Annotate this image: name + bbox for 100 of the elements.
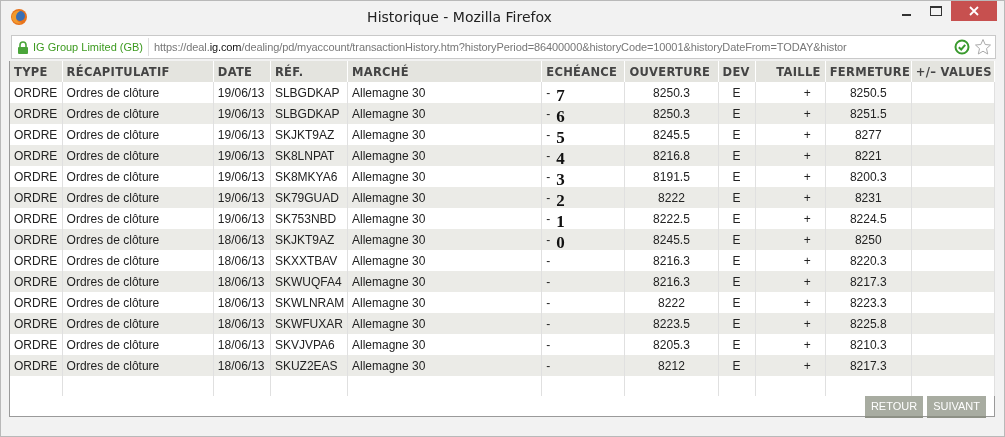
table-cell: 8191.5 xyxy=(653,169,690,184)
table-cell: 19/06/13 xyxy=(217,148,265,163)
table-cell: + xyxy=(803,211,811,226)
table-cell: Allemagne 30 xyxy=(352,190,426,205)
column-header: RÉCAPITULATIF xyxy=(62,61,214,82)
table-cell: E xyxy=(732,127,741,142)
address-bar[interactable]: IG Group Limited (GB) https://deal.ig.com/dealing/pd/myaccount/transactionHistory.htm?historyPeriod=86400000&historyCode=10001&historyDateFrom=TODAY&histor xyxy=(11,35,996,59)
url-text: https://deal.ig.com/dealing/pd/myaccount/transactionHistory.htm?historyPeriod=86400000&historyCode=10001&historyDateFrom=TODAY&histor xyxy=(153,41,848,53)
table-cell: ORDRE xyxy=(14,253,58,268)
site-identity-button[interactable]: IG Group Limited (GB) xyxy=(12,38,150,56)
table-cell: Allemagne 30 xyxy=(352,253,426,268)
table-cell: 8216.3 xyxy=(653,253,690,268)
table-cell: 19/06/13 xyxy=(217,106,265,121)
table-cell: + xyxy=(803,316,811,331)
column-header: MARCHÉ xyxy=(347,61,542,82)
minimize-icon xyxy=(901,14,911,16)
table-cell: 19/06/13 xyxy=(217,190,265,205)
table-cell: 8210.3 xyxy=(849,337,887,352)
table-cell: - xyxy=(546,232,551,247)
annotation-number: 6 xyxy=(556,108,565,125)
table-cell: E xyxy=(732,295,741,310)
table-cell: - xyxy=(546,148,551,163)
page-button[interactable]: RETOUR xyxy=(864,396,924,418)
table-cell: 8224.5 xyxy=(849,211,887,226)
table-cell: 19/06/13 xyxy=(217,169,265,184)
close-icon xyxy=(969,6,979,16)
table-cell: + xyxy=(803,106,811,121)
table-cell: 8251.5 xyxy=(849,106,887,121)
table-cell: - xyxy=(546,253,551,268)
table-cell: ORDRE xyxy=(14,127,58,142)
table-cell: Allemagne 30 xyxy=(352,85,426,100)
annotation-number: 0 xyxy=(556,234,565,251)
table-cell: Ordres de clôture xyxy=(66,148,160,163)
table-cell: Allemagne 30 xyxy=(352,148,426,163)
table-cell: 8217.3 xyxy=(849,274,887,289)
table-cell: 8216.8 xyxy=(653,148,690,163)
table-cell: 18/06/13 xyxy=(217,337,265,352)
table-cell: E xyxy=(732,316,741,331)
table-cell: 19/06/13 xyxy=(217,211,265,226)
table-cell: Ordres de clôture xyxy=(66,232,160,247)
table-cell: Allemagne 30 xyxy=(352,211,426,226)
table-cell: 8220.3 xyxy=(849,253,887,268)
table-cell: ORDRE xyxy=(14,106,58,121)
table-cell: 8222.5 xyxy=(653,211,690,226)
table-cell: - xyxy=(546,106,551,121)
table-cell: Allemagne 30 xyxy=(352,358,426,373)
table-cell: E xyxy=(732,337,741,352)
table-cell: + xyxy=(803,274,811,289)
table-cell: 8221 xyxy=(854,148,882,163)
table-cell: Allemagne 30 xyxy=(352,106,426,121)
table-cell: Ordres de clôture xyxy=(66,106,160,121)
star-icon[interactable] xyxy=(974,38,992,56)
column-header: FERMETURE xyxy=(825,61,912,82)
table-cell: SK8LNPAT xyxy=(274,148,335,163)
table-cell: ORDRE xyxy=(14,190,58,205)
table-cell: Ordres de clôture xyxy=(66,295,160,310)
annotation-number: 3 xyxy=(556,171,565,188)
window-title: Historique - Mozilla Firefox xyxy=(366,8,553,25)
table-cell: E xyxy=(732,85,741,100)
table-cell: + xyxy=(803,127,811,142)
table-cell: ORDRE xyxy=(14,211,58,226)
table-cell: Ordres de clôture xyxy=(66,190,160,205)
table-cell: - xyxy=(546,169,551,184)
table-cell: SKWFUXAR xyxy=(274,316,343,331)
table-cell: - xyxy=(546,274,551,289)
table-cell: + xyxy=(803,337,811,352)
table-cell: - xyxy=(546,211,551,226)
close-button[interactable] xyxy=(951,1,997,21)
table-cell: ORDRE xyxy=(14,232,58,247)
table-cell: + xyxy=(803,232,811,247)
table-cell: SK79GUAD xyxy=(274,190,339,205)
table-cell: E xyxy=(732,211,741,226)
table-cell: 19/06/13 xyxy=(217,127,265,142)
column-header: TYPE xyxy=(10,61,63,82)
table-cell: 18/06/13 xyxy=(217,316,265,331)
table-cell: 8223.3 xyxy=(849,295,887,310)
table-cell: 8250 xyxy=(854,232,882,247)
table-cell: 18/06/13 xyxy=(217,274,265,289)
table-cell: SKUZ2EAS xyxy=(274,358,338,373)
table-cell: Allemagne 30 xyxy=(352,127,426,142)
table-cell: E xyxy=(732,232,741,247)
table-cell: 19/06/13 xyxy=(217,85,265,100)
table-cell: Allemagne 30 xyxy=(352,316,426,331)
annotation-number: 5 xyxy=(556,129,565,146)
table-cell: + xyxy=(803,169,811,184)
table-cell: SKXXTBAV xyxy=(274,253,338,268)
table-cell: Allemagne 30 xyxy=(352,232,426,247)
page-button[interactable]: SUIVANT xyxy=(927,396,986,418)
table-cell: - xyxy=(546,316,551,331)
table-cell: ORDRE xyxy=(14,85,58,100)
table-cell: ORDRE xyxy=(14,274,58,289)
table-cell: + xyxy=(803,253,811,268)
table-cell: 8222 xyxy=(658,190,685,205)
column-header: +/– VALUES xyxy=(911,61,995,82)
table-cell: Ordres de clôture xyxy=(66,211,160,226)
table-cell: 8231 xyxy=(854,190,882,205)
table-cell: E xyxy=(732,169,741,184)
table-cell: 8245.5 xyxy=(653,127,690,142)
table-cell: Allemagne 30 xyxy=(352,295,426,310)
table-cell: E xyxy=(732,358,741,373)
